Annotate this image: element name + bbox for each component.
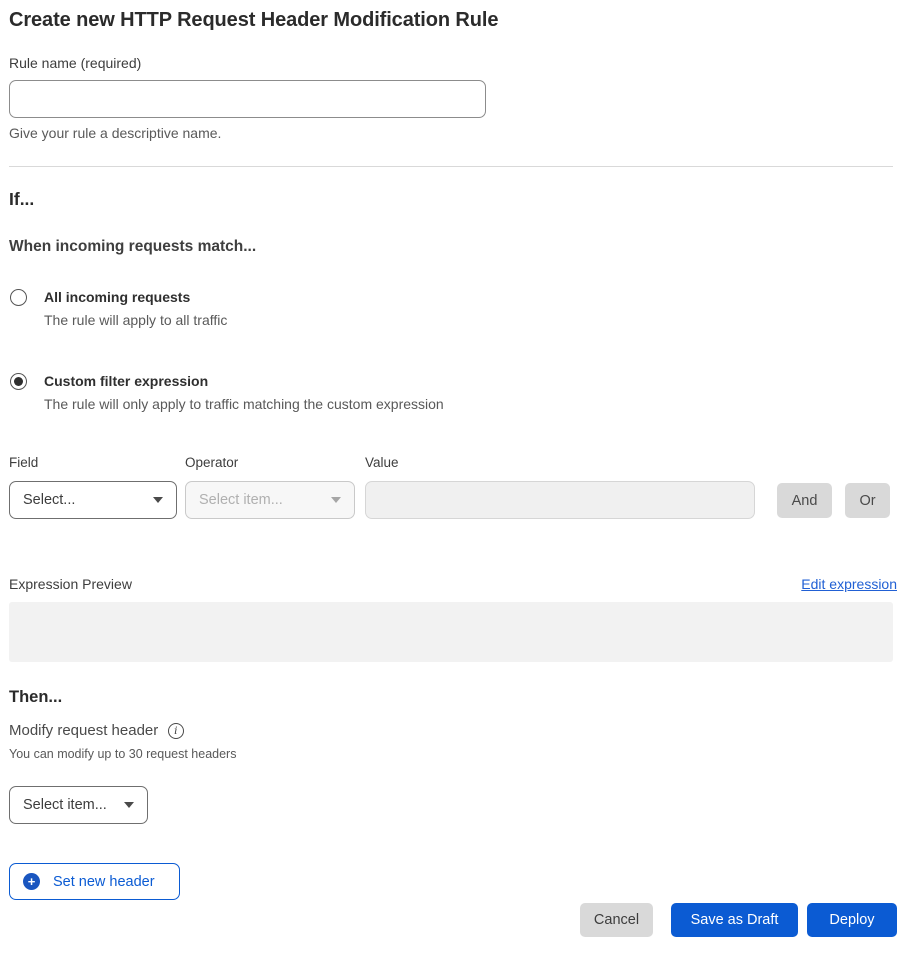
and-button[interactable]: And: [777, 483, 832, 518]
page-title: Create new HTTP Request Header Modificat…: [9, 8, 897, 32]
operator-select-value: Select item...: [199, 492, 283, 508]
option-all-incoming-requests[interactable]: All incoming requests The rule will appl…: [9, 288, 897, 329]
value-label: Value: [365, 454, 755, 471]
or-button[interactable]: Or: [845, 483, 890, 518]
option-label: All incoming requests: [44, 288, 227, 306]
chevron-down-icon: [124, 802, 134, 808]
header-item-select[interactable]: Select item...: [9, 786, 148, 824]
option-description: The rule will only apply to traffic matc…: [44, 395, 444, 413]
set-new-header-label: Set new header: [53, 874, 155, 890]
field-select-value: Select...: [23, 492, 75, 508]
create-rule-page: Create new HTTP Request Header Modificat…: [0, 0, 899, 956]
expression-preview-label: Expression Preview: [9, 575, 132, 593]
plus-icon: +: [23, 873, 40, 890]
value-input[interactable]: [365, 481, 755, 519]
modify-header-help: You can modify up to 30 request headers: [9, 747, 897, 762]
operator-select[interactable]: Select item...: [185, 481, 355, 519]
expression-builder-row: Field Select... Operator Select item... …: [9, 454, 897, 519]
info-icon[interactable]: i: [168, 723, 184, 739]
match-subheading: When incoming requests match...: [9, 237, 897, 256]
modify-header-row: Modify request header i: [9, 721, 897, 740]
value-group: Value: [365, 454, 755, 519]
operator-group: Operator Select item...: [185, 454, 355, 519]
edit-expression-link[interactable]: Edit expression: [801, 575, 897, 593]
section-divider: [9, 166, 893, 167]
radio-all-incoming-requests[interactable]: [10, 289, 27, 306]
if-heading: If...: [9, 188, 897, 210]
set-new-header-button[interactable]: + Set new header: [9, 863, 180, 900]
save-as-draft-button[interactable]: Save as Draft: [671, 903, 798, 937]
option-texts: All incoming requests The rule will appl…: [44, 288, 227, 329]
deploy-button[interactable]: Deploy: [807, 903, 897, 937]
operator-label: Operator: [185, 454, 355, 471]
option-label: Custom filter expression: [44, 372, 444, 390]
rule-name-input[interactable]: [9, 80, 486, 118]
option-custom-filter-expression[interactable]: Custom filter expression The rule will o…: [9, 372, 897, 413]
radio-dot: [14, 377, 23, 386]
expression-preview-box: [9, 602, 893, 662]
rule-name-label: Rule name (required): [9, 55, 897, 72]
expression-preview-header: Expression Preview Edit expression: [9, 575, 897, 593]
option-description: The rule will apply to all traffic: [44, 311, 227, 329]
rule-name-help: Give your rule a descriptive name.: [9, 125, 897, 142]
field-label: Field: [9, 454, 177, 471]
field-select[interactable]: Select...: [9, 481, 177, 519]
cancel-button[interactable]: Cancel: [580, 903, 653, 937]
modify-header-label: Modify request header: [9, 721, 158, 740]
chevron-down-icon: [153, 497, 163, 503]
radio-custom-filter-expression[interactable]: [10, 373, 27, 390]
option-texts: Custom filter expression The rule will o…: [44, 372, 444, 413]
then-heading: Then...: [9, 687, 897, 707]
chevron-down-icon: [331, 497, 341, 503]
footer-actions: Cancel Save as Draft Deploy: [9, 903, 897, 937]
field-group: Field Select...: [9, 454, 177, 519]
header-item-select-value: Select item...: [23, 797, 107, 813]
